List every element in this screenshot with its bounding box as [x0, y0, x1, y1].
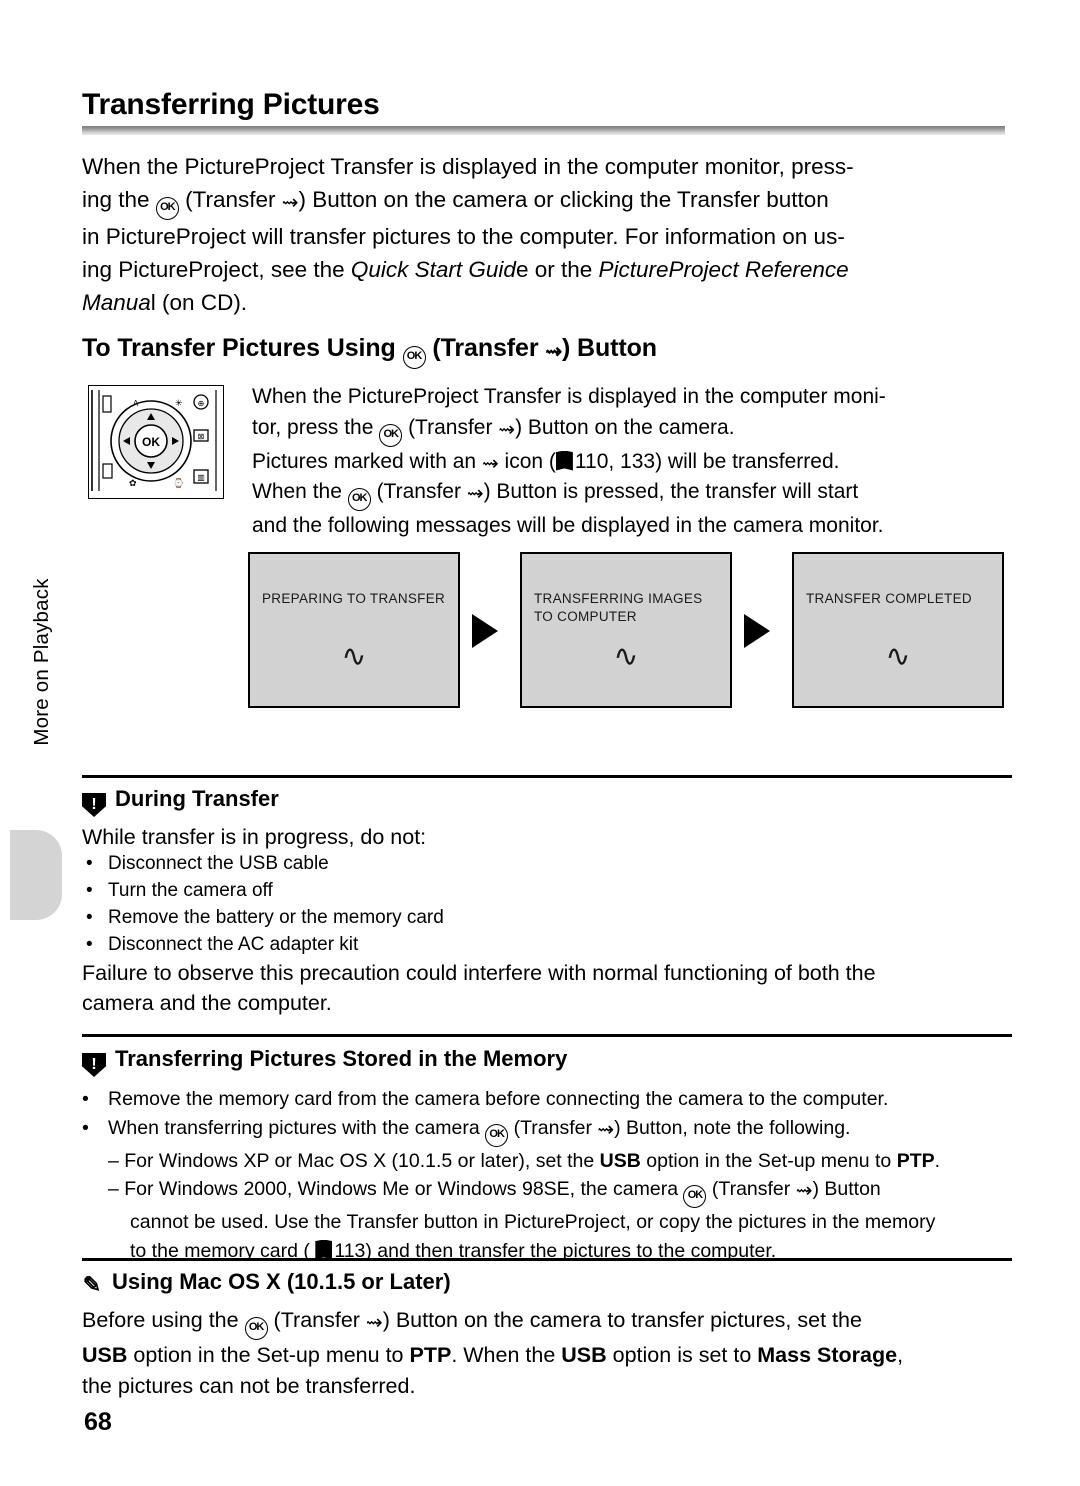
- macos-line-2: USB option in the Set-up menu to PTP. Wh…: [82, 1343, 904, 1367]
- book-icon: [315, 1239, 333, 1260]
- sub-item: – For Windows 2000, Windows Me or Window…: [82, 1175, 1017, 1208]
- title-rule: [82, 126, 1005, 135]
- transfer-wave-icon: ∿: [341, 640, 367, 673]
- note-heading-macos: ✎ Using Mac OS X (10.1.5 or Later): [82, 1269, 451, 1297]
- ok-button-icon: OK: [402, 346, 426, 369]
- intro-line-3: in PictureProject will transfer pictures…: [82, 224, 845, 249]
- camera-back-drawing: OK A ✳ ✿ ⌚ ⊕ ⊠ ▥: [91, 390, 217, 491]
- svg-text:▥: ▥: [197, 473, 205, 482]
- subheading-mid: (Transfer: [425, 334, 546, 362]
- transfer-icon: ⇝: [597, 1118, 615, 1141]
- intro-line-5-tail: (on CD).: [155, 290, 248, 315]
- intro-line-2: ing the OK (Transfer ⇝) Button on the ca…: [82, 183, 1012, 220]
- note-heading-during-transfer: ! During Transfer: [82, 786, 279, 817]
- screen-preparing-text: PREPARING TO TRANSFER: [262, 591, 446, 606]
- list-item: • Remove the battery or the memory card: [86, 907, 444, 928]
- side-tab-marker: [10, 830, 62, 920]
- during-transfer-bullets: • Disconnect the USB cable • Turn the came…: [86, 850, 1016, 958]
- intro-line-1: When the PictureProject Transfer is disp…: [82, 154, 854, 179]
- intro-line-5: Manual (on CD).: [82, 290, 248, 315]
- transfer-steps-text: When the PictureProject Transfer is disp…: [252, 382, 1012, 542]
- camera-multi-selector-illustration: OK A ✳ ✿ ⌚ ⊕ ⊠ ▥: [88, 385, 224, 499]
- ok-button-icon: OK: [379, 423, 403, 447]
- monitor-message-sequence: PREPARING TO TRANSFER ∿ TRANSFERRING IMA…: [248, 552, 1008, 710]
- intro-paragraph: When the PictureProject Transfer is disp…: [82, 150, 1012, 319]
- page-number: 68: [84, 1408, 112, 1436]
- sub-item: cannot be used. Use the Transfer button …: [130, 1211, 936, 1233]
- transfer-icon: ⇝: [281, 192, 299, 214]
- step-line-4: When the OK (Transfer ⇝) Button is press…: [252, 477, 1012, 511]
- page-title-block: Transferring Pictures: [82, 88, 1005, 135]
- step-line-1: When the PictureProject Transfer is disp…: [252, 385, 886, 408]
- warning-triangle-icon: !: [82, 793, 106, 817]
- screen-completed: TRANSFER COMPLETED ∿: [792, 552, 1004, 708]
- list-item: • Disconnect the USB cable: [86, 853, 329, 874]
- step-line-2: tor, press the OK (Transfer ⇝) Button on…: [252, 413, 1012, 447]
- transfer-icon: ⇝: [795, 1180, 813, 1202]
- ok-button-icon: OK: [155, 197, 179, 220]
- transfer-icon: ⇝: [481, 452, 499, 475]
- note-rule-top-3: [82, 1258, 1012, 1261]
- book-icon: [555, 450, 573, 471]
- pencil-icon: ✎: [82, 1272, 102, 1297]
- macos-note-body: Before using the OK (Transfer ⇝) Button …: [82, 1305, 1012, 1402]
- svg-text:⊕: ⊕: [198, 399, 205, 408]
- ok-button-icon: OK: [683, 1185, 707, 1208]
- screen-preparing: PREPARING TO TRANSFER ∿: [248, 552, 460, 708]
- flow-arrow-2: [744, 614, 770, 648]
- list-item: • When transferring pictures with the cam…: [82, 1114, 1017, 1147]
- screen-completed-text: TRANSFER COMPLETED: [806, 591, 972, 606]
- ok-button-icon: OK: [347, 488, 371, 511]
- svg-text:A: A: [133, 399, 139, 408]
- note-rule-top-2: [82, 1034, 1012, 1037]
- list-item: • Disconnect the AC adapter kit: [86, 934, 359, 955]
- transfer-wave-icon: ∿: [885, 640, 911, 673]
- page-title: Transferring Pictures: [82, 88, 380, 121]
- ok-button-icon: OK: [244, 1317, 268, 1340]
- during-transfer-intro: While transfer is in progress, do not:: [82, 825, 427, 849]
- note-heading-memory: ! Transferring Pictures Stored in the Mem…: [82, 1046, 567, 1077]
- transfer-wave-icon: ∿: [613, 640, 639, 673]
- note-rule-top-1: [82, 775, 1012, 778]
- screen-transferring-text: TRANSFERRING IMAGES TO COMPUTER: [534, 591, 703, 624]
- manual-page: More on Playback Transferring Pictures W…: [0, 0, 1080, 1486]
- svg-text:OK: OK: [142, 435, 160, 449]
- svg-text:⊠: ⊠: [198, 432, 205, 441]
- during-transfer-closing: Failure to observe this precaution could…: [82, 961, 876, 1015]
- ok-button-icon: OK: [485, 1123, 509, 1147]
- svg-text:⌚: ⌚: [173, 477, 184, 488]
- flow-arrow-1: [472, 614, 498, 648]
- intro-line-4: ing PictureProject, see the Quick Start …: [82, 257, 849, 282]
- side-tab-label: More on Playback: [30, 578, 53, 746]
- memory-note-body: • Remove the memory card from the camera …: [82, 1085, 1017, 1265]
- svg-text:✳: ✳: [175, 398, 183, 408]
- subheading-prefix: To Transfer Pictures Using: [82, 334, 403, 362]
- macos-line-1: Before using the OK (Transfer ⇝) Button …: [82, 1305, 1012, 1340]
- warning-triangle-icon: !: [82, 1053, 106, 1077]
- step-line-3: Pictures marked with an ⇝ icon (110, 133…: [252, 449, 840, 475]
- section-subheading: To Transfer Pictures Using OK (Transfer …: [82, 334, 657, 369]
- transfer-icon: ⇝: [365, 1312, 383, 1334]
- transfer-icon: ⇝: [498, 418, 516, 441]
- list-item: • Remove the memory card from the camera …: [82, 1088, 889, 1110]
- sub-item: – For Windows XP or Mac OS X (10.1.5 or …: [108, 1149, 941, 1172]
- transfer-icon: ⇝: [545, 341, 562, 363]
- list-item: • Turn the camera off: [86, 880, 273, 901]
- step-line-5: and the following messages will be displ…: [252, 514, 884, 537]
- transfer-icon: ⇝: [466, 483, 484, 505]
- macos-line-3: the pictures can not be transferred.: [82, 1374, 416, 1398]
- subheading-suffix: ) Button: [561, 334, 657, 362]
- screen-transferring: TRANSFERRING IMAGES TO COMPUTER ∿: [520, 552, 732, 708]
- svg-text:✿: ✿: [129, 478, 137, 488]
